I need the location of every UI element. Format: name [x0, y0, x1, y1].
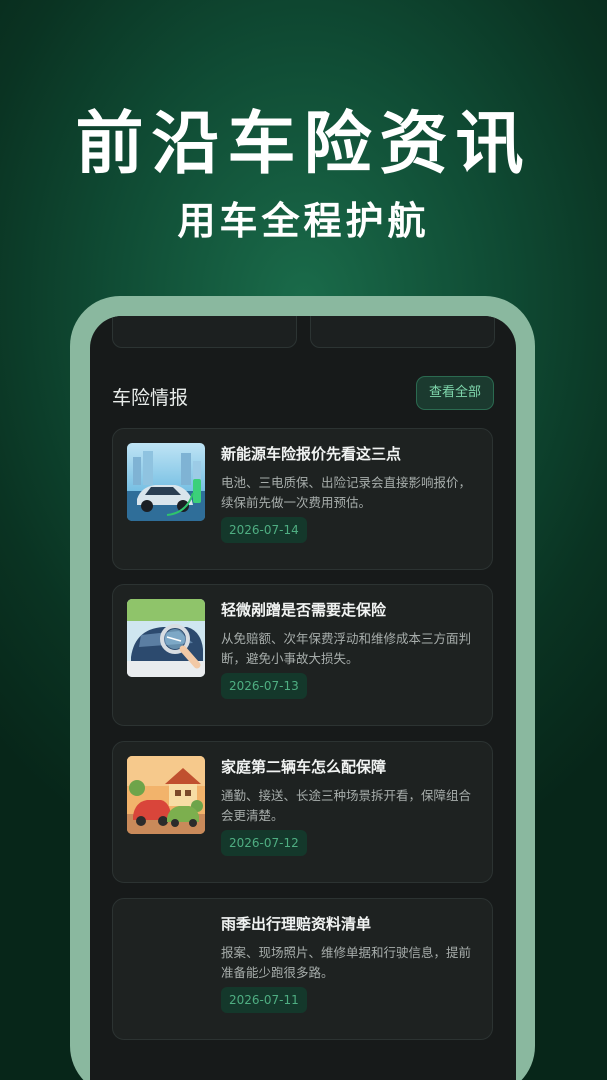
- hero-title: 前沿车险资讯: [75, 105, 532, 184]
- news-title: 新能源车险报价先看这三点: [221, 445, 402, 463]
- thumbnail-placeholder: [127, 913, 205, 991]
- news-desc: 电池、三电质保、出险记录会直接影响报价，续保前先做一次费用预估。: [221, 475, 472, 510]
- top-card-left[interactable]: [112, 316, 297, 348]
- family-cars-house-image: [127, 756, 205, 834]
- date-badge: 2026-07-11: [221, 987, 307, 1013]
- news-desc: 报案、现场照片、维修单据和行驶信息，提前准备能少跑很多路。: [221, 945, 472, 980]
- news-desc: 从免赔额、次年保费浮动和维修成本三方面判断，避免小事故大损失。: [221, 631, 472, 666]
- hero-subtitle: 用车全程护航: [177, 199, 430, 243]
- phone-frame: 车险情报 查看全部 新能源车险报价先看这三点 电池、三电质保、出险记录会直接影响…: [70, 296, 535, 1080]
- news-desc: 通勤、接送、长途三种场景拆开看，保障组合会更清楚。: [221, 788, 472, 823]
- section-header: 车险情报 查看全部: [112, 376, 494, 410]
- news-title: 轻微剐蹭是否需要走保险: [221, 601, 387, 619]
- car-scratch-inspection-image: [127, 599, 205, 677]
- top-card-right[interactable]: [310, 316, 495, 348]
- news-card[interactable]: 家庭第二辆车怎么配保障 通勤、接送、长途三种场景拆开看，保障组合会更清楚。 20…: [112, 741, 493, 883]
- date-badge: 2026-07-13: [221, 673, 307, 699]
- ev-charging-car-image: [127, 443, 205, 521]
- news-title: 家庭第二辆车怎么配保障: [221, 758, 387, 776]
- date-badge: 2026-07-14: [221, 517, 307, 543]
- section-title: 车险情报: [112, 387, 189, 409]
- news-title: 雨季出行理赔资料清单: [221, 915, 372, 933]
- news-card[interactable]: 轻微剐蹭是否需要走保险 从免赔额、次年保费浮动和维修成本三方面判断，避免小事故大…: [112, 584, 493, 726]
- news-card[interactable]: 雨季出行理赔资料清单 报案、现场照片、维修单据和行驶信息，提前准备能少跑很多路。…: [112, 898, 493, 1040]
- view-all-button[interactable]: 查看全部: [416, 376, 494, 410]
- phone-screen: 车险情报 查看全部 新能源车险报价先看这三点 电池、三电质保、出险记录会直接影响…: [90, 316, 516, 1080]
- date-badge: 2026-07-12: [221, 830, 307, 856]
- news-card[interactable]: 新能源车险报价先看这三点 电池、三电质保、出险记录会直接影响报价，续保前先做一次…: [112, 428, 493, 570]
